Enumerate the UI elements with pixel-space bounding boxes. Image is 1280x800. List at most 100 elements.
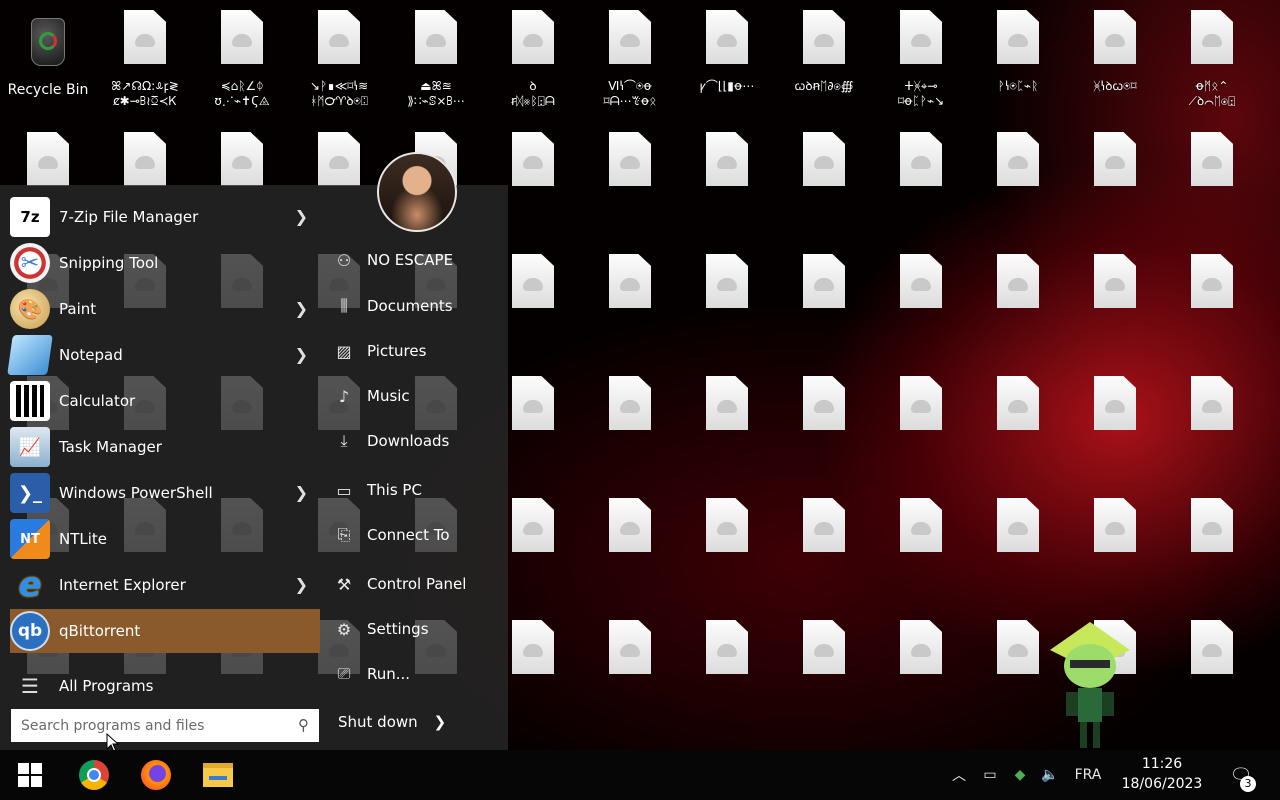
desktop-file-icon[interactable] xyxy=(972,376,1064,430)
desktop-file-icon[interactable]: ≼⌂ᚱ∠ᛰ ʊ⋰⌁✝Ϛ⨻ xyxy=(196,10,288,109)
desktop-file-icon[interactable] xyxy=(778,620,870,674)
desktop-file-icon[interactable] xyxy=(681,254,773,308)
desktop-file-icon[interactable] xyxy=(972,132,1064,186)
file-label: ⟋ꝺ⌒ᛖ⍟⍠ xyxy=(1188,94,1236,108)
place-documents[interactable]: ⫼ Documents xyxy=(333,291,503,321)
file-icon xyxy=(512,498,554,552)
program-qbittorrent[interactable]: qb qBittorrent xyxy=(10,609,320,653)
program-powershell[interactable]: ❯_ Windows PowerShell ❯ xyxy=(10,471,320,515)
desktop-file-icon[interactable] xyxy=(875,498,967,552)
desktop-file-icon[interactable] xyxy=(875,620,967,674)
taskbar-firefox[interactable] xyxy=(128,750,184,800)
desktop-file-icon[interactable] xyxy=(584,620,676,674)
desktop-file-icon[interactable] xyxy=(778,376,870,430)
place-music[interactable]: ♪ Music xyxy=(333,381,503,411)
file-label: ᚸꝇꝺꞷ⍟⌑ xyxy=(1093,79,1137,93)
file-icon xyxy=(609,132,651,186)
taskbar-chrome[interactable] xyxy=(66,750,122,800)
desktop-file-icon[interactable]: ꝩ⌒⌊⌊▮ꝋ⋯ xyxy=(681,10,773,94)
notifications-button[interactable]: 🗨 3 xyxy=(1224,750,1258,800)
show-hidden-icons-button[interactable]: ︿ xyxy=(948,750,970,800)
shutdown-button[interactable]: Shut down ❯ xyxy=(338,713,446,731)
desktop-file-icon[interactable] xyxy=(875,254,967,308)
desktop-file-icon[interactable]: ꝺ ꞧᛞ⨳ᛒ⍠ᗩ xyxy=(487,10,579,109)
desktop-file-icon[interactable] xyxy=(875,376,967,430)
place-run[interactable]: ⎚ Run... xyxy=(333,659,503,689)
start-button[interactable] xyxy=(2,750,58,800)
language-indicator[interactable]: FRA xyxy=(1068,750,1108,800)
search-input[interactable] xyxy=(21,717,281,734)
program-ntlite[interactable]: NT NTLite xyxy=(10,517,320,561)
program-snipping-tool[interactable]: ✂ Snipping Tool xyxy=(10,241,320,285)
desktop-file-icon[interactable] xyxy=(584,376,676,430)
desktop-file-icon[interactable] xyxy=(196,132,288,186)
desktop-file-icon[interactable] xyxy=(1069,498,1161,552)
search-icon: ⚲ xyxy=(298,716,309,734)
desktop-file-icon[interactable]: ꞷꝺꞥᛖ∂⍟∰ xyxy=(778,10,870,94)
desktop-file-icon[interactable]: ⵜᚸ⌖⊸ ⌑ꝋᛈᚹ⌁↘ xyxy=(875,10,967,109)
place-this-pc[interactable]: ▭ This PC xyxy=(333,475,503,505)
desktop-file-icon[interactable] xyxy=(1166,620,1258,674)
program-7zip[interactable]: 7z 7-Zip File Manager ❯ xyxy=(10,195,320,239)
user-avatar[interactable] xyxy=(377,152,457,232)
gear-icon: ⚙ xyxy=(336,619,352,639)
windows-logo-icon xyxy=(18,763,42,787)
desktop-file-icon[interactable]: ᚸꝇꝺꞷ⍟⌑ xyxy=(1069,10,1161,94)
desktop-file-icon[interactable] xyxy=(1166,132,1258,186)
desktop-file-icon[interactable] xyxy=(972,498,1064,552)
program-calculator[interactable]: Calculator xyxy=(10,379,320,423)
desktop-file-icon[interactable] xyxy=(584,254,676,308)
tray-app-icon[interactable]: ◆ xyxy=(1008,750,1032,800)
taskbar-file-explorer[interactable] xyxy=(190,750,246,800)
program-paint[interactable]: 🎨 Paint ❯ xyxy=(10,287,320,331)
desktop-file-icon[interactable] xyxy=(681,620,773,674)
desktop-file-icon[interactable] xyxy=(293,132,385,186)
desktop-file-icon[interactable] xyxy=(681,376,773,430)
clock-time: 11:26 xyxy=(1141,756,1183,772)
desktop-file-icon[interactable] xyxy=(778,132,870,186)
desktop-file-icon[interactable] xyxy=(681,498,773,552)
chevron-right-icon: ❯ xyxy=(433,713,447,731)
all-programs-button[interactable]: ☰ All Programs xyxy=(10,664,320,708)
desktop-file-icon[interactable] xyxy=(681,132,773,186)
file-icon xyxy=(512,254,554,308)
file-icon xyxy=(415,10,457,64)
place-settings[interactable]: ⚙ Settings xyxy=(333,614,503,644)
desktop-file-icon[interactable]: Ⅵꝇ⌒⍟ꝋ ⌑ᗩ⋯ꔴꝋᛟ xyxy=(584,10,676,109)
place-control-panel[interactable]: ⚒ Control Panel xyxy=(333,569,503,599)
desktop-file-icon[interactable] xyxy=(1069,254,1161,308)
place-connect-to[interactable]: ⎘ Connect To xyxy=(333,520,503,550)
desktop-file-icon[interactable] xyxy=(972,254,1064,308)
desktop-file-icon[interactable] xyxy=(2,132,94,186)
desktop-file-icon[interactable]: ꝋᛗᛟ⌃ ⟋ꝺ⌒ᛖ⍟⍠ xyxy=(1166,10,1258,109)
program-notepad[interactable]: Notepad ❯ xyxy=(7,333,320,377)
scissors-icon: ✂ xyxy=(10,243,50,283)
desktop-file-icon[interactable] xyxy=(584,132,676,186)
desktop-file-icon[interactable] xyxy=(1166,376,1258,430)
volume-button[interactable]: 🔈 xyxy=(1037,750,1063,800)
desktop-file-icon[interactable] xyxy=(1069,376,1161,430)
place-pictures[interactable]: ▨ Pictures xyxy=(333,336,503,366)
recycle-bin[interactable]: Recycle Bin xyxy=(2,10,94,98)
program-task-manager[interactable]: 📈 Task Manager xyxy=(10,425,320,469)
file-icon xyxy=(1094,10,1136,64)
file-icon xyxy=(803,254,845,308)
desktop-file-icon[interactable]: ꕤ↗☊Ω:ꕊꝼ≷ ȼ✱⊸ꕗ≀ꗞ≺Ꮶ xyxy=(99,10,191,109)
desktop-file-icon[interactable]: ᚹꝇ⍟ᛈ⌁ᚱ xyxy=(972,10,1064,94)
desktop-file-icon[interactable]: ↘ᚹ∎≪⌑ꝇ≋ ᚼᛗ℺♈ꝺ⍟⍠ xyxy=(293,10,385,109)
desktop-file-icon[interactable] xyxy=(99,132,191,186)
desktop-file-icon[interactable] xyxy=(1166,254,1258,308)
place-downloads[interactable]: ⤓ Downloads xyxy=(333,426,503,456)
desktop-file-icon[interactable] xyxy=(875,132,967,186)
program-internet-explorer[interactable]: e Internet Explorer ❯ xyxy=(10,563,320,607)
network-icon-button[interactable]: ▭ xyxy=(978,750,1002,800)
desktop-file-icon[interactable] xyxy=(1166,498,1258,552)
place-user[interactable]: ⚇ NO ESCAPE xyxy=(333,245,503,275)
desktop-file-icon[interactable] xyxy=(487,132,579,186)
desktop-file-icon[interactable] xyxy=(584,498,676,552)
desktop-file-icon[interactable] xyxy=(1069,132,1161,186)
desktop-file-icon[interactable] xyxy=(778,254,870,308)
desktop-file-icon[interactable]: ⏏ꕤ≊ ⟫∷⌁ꕷ⨯ꕗ⋯ xyxy=(390,10,482,109)
desktop-file-icon[interactable] xyxy=(778,498,870,552)
clock[interactable]: 11:26 18/06/2023 xyxy=(1112,754,1212,794)
